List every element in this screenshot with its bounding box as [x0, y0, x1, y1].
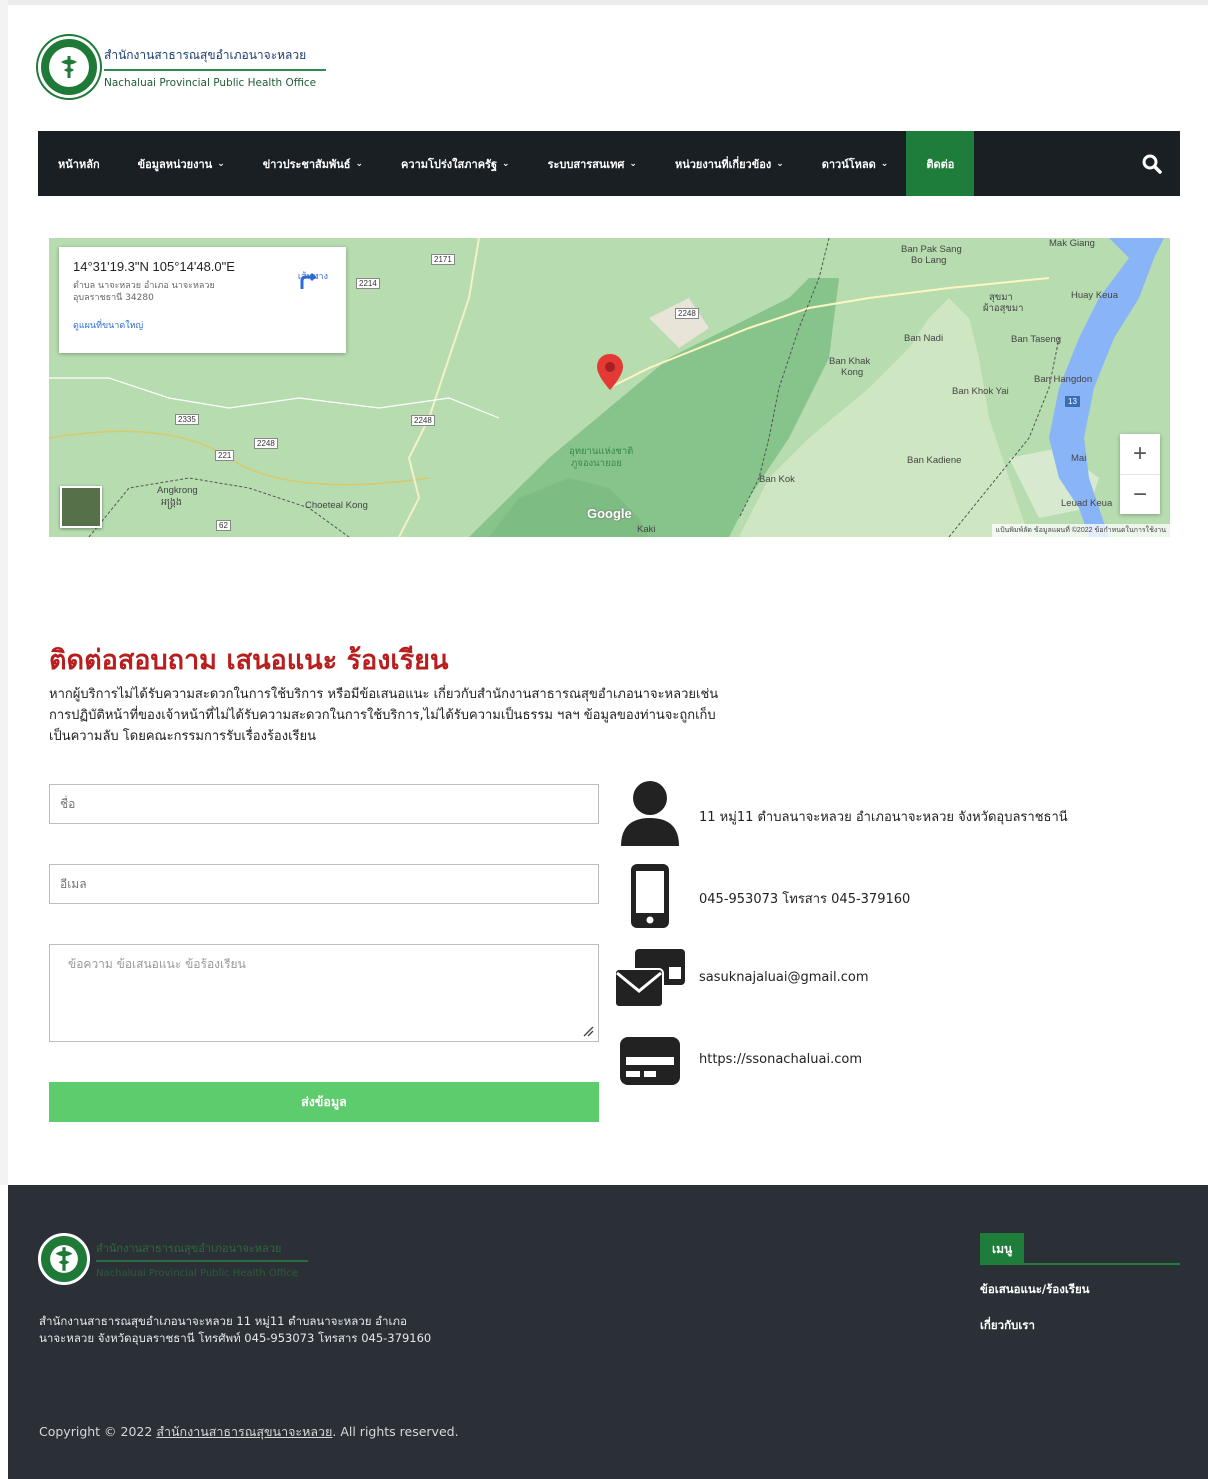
road-shield: 2248 — [675, 308, 699, 319]
directions-button[interactable]: เส้นทาง — [298, 269, 328, 289]
map-place-label: ภูจองนายอย — [571, 458, 622, 469]
site-name-en: Nachaluai Provincial Public Health Offic… — [104, 76, 317, 89]
nav-about[interactable]: ข้อมูลหน่วยงาน ⌄ — [138, 131, 225, 196]
moph-emblem-icon — [38, 36, 100, 98]
mobile-phone-icon — [612, 862, 688, 930]
map-place-label: Angkrong — [157, 485, 198, 496]
road-shield: 2248 — [411, 415, 435, 426]
chevron-down-icon: ⌄ — [776, 158, 784, 169]
site-name-th: สำนักงานสาธารณสุขอำเภอนาจะหลวย — [104, 46, 326, 71]
map-place-label: Ban Khok Yai — [952, 386, 1009, 397]
footer-menu-heading: เมนู — [980, 1233, 1180, 1265]
contact-description: หากผู้บริการไม่ได้รับความสะดวกในการใช้บร… — [49, 687, 719, 744]
map-place-label: Ban Kadiene — [907, 455, 962, 466]
nav-home[interactable]: หน้าหลัก — [58, 131, 100, 196]
map-place-label: អង្គ្រង — [161, 497, 182, 508]
map-place-label: Mak Giang — [1049, 238, 1095, 249]
chevron-down-icon: ⌄ — [880, 158, 889, 169]
nav-transparency[interactable]: ความโปร่งใสภาครัฐ ⌄ — [401, 131, 510, 196]
google-logo: Google — [587, 506, 632, 521]
map-place-label: Ban Pak Sang — [901, 244, 962, 255]
map-place-label: Mai — [1071, 453, 1087, 464]
road-shield: 62 — [216, 520, 231, 531]
phone-text: 045-953073 โทรสาร 045-379160 — [699, 892, 911, 907]
map-info-card: 14°31'19.3"N 105°14'48.0"E ตำบล นาจะหลวย… — [59, 247, 346, 353]
envelopes-icon — [612, 944, 688, 1012]
main-navbar: หน้าหลัก ข้อมูลหน่วยงาน ⌄ ข่าวประชาสัมพัน… — [38, 131, 1180, 196]
nav-news[interactable]: ข่าวประชาสัมพันธ์ ⌄ — [263, 131, 363, 196]
road-shield: 221 — [215, 450, 235, 461]
left-border — [0, 0, 8, 1185]
map-place-label: Choeteal Kong — [305, 500, 368, 511]
map-place-label: Ban Khak — [829, 356, 871, 367]
larger-map-link[interactable]: ดูแผนที่ขนาดใหญ่ — [73, 318, 332, 332]
google-map[interactable]: Ban Pak Sang Bo Lang Mak Giang Huay Keua… — [49, 238, 1170, 537]
map-address: ตำบล นาจะหลวย อำเภอ นาจะหลวย อุบลราชธานี… — [73, 281, 215, 303]
map-place-label: Bo Lang — [911, 255, 947, 266]
copyright-link[interactable]: สำนักงานสาธารณสุขนาจะหลวย — [156, 1424, 332, 1439]
contact-title: ติดต่อสอบถาม เสนอแนะ ร้องเรียน — [49, 645, 449, 676]
road-shield: 13 — [1065, 396, 1080, 407]
copyright: Copyright © 2022 สำนักงานสาธารณสุขนาจะหล… — [39, 1424, 459, 1439]
name-input[interactable] — [49, 784, 599, 824]
person-icon — [612, 780, 688, 846]
map-place-label: Ban Taseng — [1011, 334, 1062, 345]
footer-logo[interactable]: สำนักงานสาธารณสุขอำเภอนาจะหลวย Nachaluai… — [38, 1233, 308, 1285]
chevron-down-icon: ⌄ — [217, 158, 225, 169]
directions-icon — [300, 272, 318, 289]
email-input[interactable] — [49, 864, 599, 904]
road-shield: 2248 — [254, 438, 278, 449]
map-place-label: Ban Kok — [759, 474, 795, 485]
email-text[interactable]: sasuknajaluai@gmail.com — [699, 970, 869, 985]
road-shield: 2214 — [356, 278, 380, 289]
nav-systems[interactable]: ระบบสารสนเทศ ⌄ — [548, 131, 637, 196]
submit-button[interactable]: ส่งข้อมูล — [49, 1082, 599, 1122]
website-card-icon — [612, 1034, 688, 1088]
map-place-label: Leuad Keua — [1061, 498, 1113, 509]
footer-site-name-th: สำนักงานสาธารณสุขอำเภอนาจะหลวย — [96, 1239, 308, 1262]
footer-site-name-en: Nachaluai Provincial Public Health Offic… — [96, 1268, 299, 1279]
message-textarea[interactable]: ข้อความ ข้อเสนอแนะ ข้อร้องเรียน — [49, 944, 599, 1042]
map-attribution[interactable]: แป้นพิมพ์ลัด ข้อมูลแผนที่ ©2022 ข้อกำหนด… — [991, 524, 1170, 537]
resize-grip-icon[interactable] — [582, 1025, 594, 1037]
zoom-out-button[interactable]: − — [1120, 474, 1160, 514]
map-place-label: Kaki — [637, 524, 656, 535]
map-pin-icon[interactable] — [597, 354, 623, 390]
map-place-label: Ban Nadi — [904, 333, 944, 344]
top-border — [0, 0, 1208, 5]
address-text: 11 หมู่11 ตำบลนาจะหลวย อำเภอนาจะหลวย จัง… — [699, 810, 1068, 825]
search-icon[interactable] — [1124, 131, 1180, 196]
site-footer: สำนักงานสาธารณสุขอำเภอนาจะหลวย Nachaluai… — [8, 1185, 1208, 1479]
chevron-down-icon: ⌄ — [502, 158, 510, 169]
map-coordinates: 14°31'19.3"N 105°14'48.0"E — [73, 259, 235, 274]
site-logo[interactable]: สำนักงานสาธารณสุขอำเภอนาจะหลวย Nachaluai… — [38, 36, 326, 98]
footer-menu-feedback[interactable]: ข้อเสนอแนะ/ร้องเรียน — [980, 1281, 1090, 1299]
road-shield: 2171 — [431, 254, 455, 265]
chevron-down-icon: ⌄ — [629, 158, 637, 169]
moph-emblem-icon — [38, 1233, 90, 1285]
road-shield: 2335 — [175, 414, 199, 425]
satellite-toggle[interactable] — [60, 486, 102, 528]
map-place-label: Huay Keua — [1071, 290, 1119, 301]
nav-agencies[interactable]: หน่วยงานที่เกี่ยวข้อง ⌄ — [675, 131, 784, 196]
website-text[interactable]: https://ssonachaluai.com — [699, 1052, 862, 1067]
message-placeholder: ข้อความ ข้อเสนอแนะ ข้อร้องเรียน — [68, 957, 246, 971]
footer-address: สำนักงานสาธารณสุขอำเภอนาจะหลวย 11 หมู่11… — [39, 1314, 432, 1345]
zoom-controls: + − — [1120, 434, 1160, 514]
map-place-label: Ban Hangdon — [1034, 374, 1093, 385]
map-place-label: Kong — [841, 367, 864, 378]
map-place-label: ผ้าอสุขมา — [983, 303, 1024, 314]
nav-contact[interactable]: ติดต่อ — [906, 131, 975, 196]
zoom-in-button[interactable]: + — [1120, 434, 1160, 474]
nav-download[interactable]: ดาวน์โหลด ⌄ — [822, 131, 889, 196]
footer-menu-about[interactable]: เกี่ยวกับเรา — [980, 1317, 1035, 1335]
chevron-down-icon: ⌄ — [355, 158, 364, 169]
